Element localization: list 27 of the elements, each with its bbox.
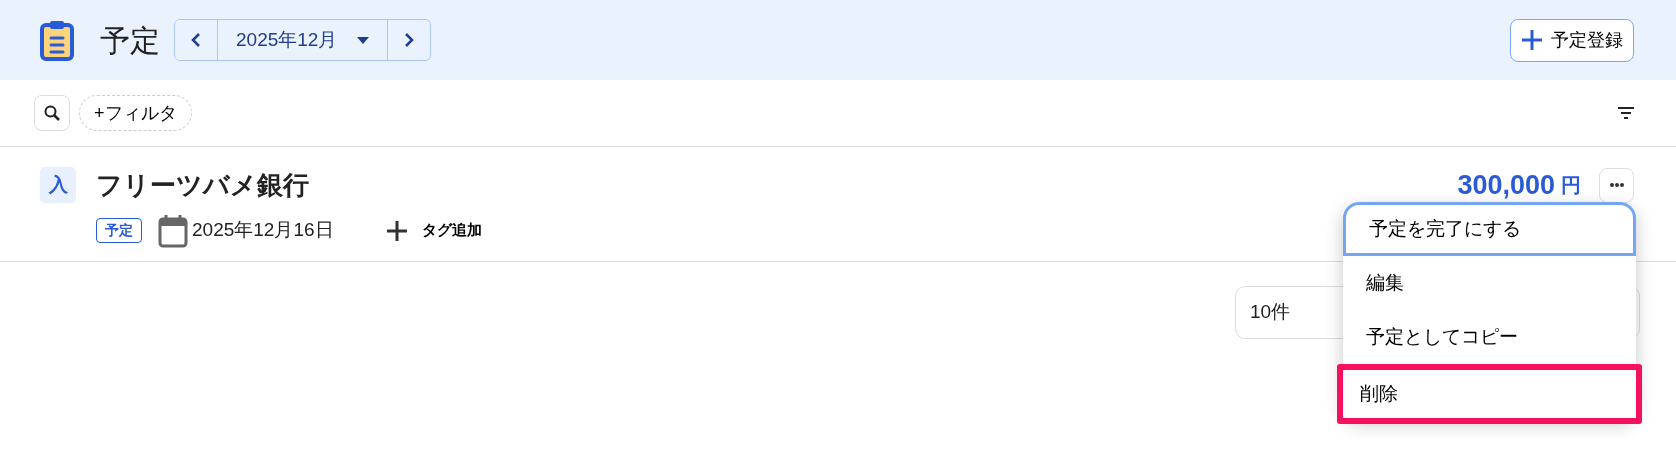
amount: 300,000 [1457,169,1555,202]
caret-down-icon [357,36,370,44]
month-dropdown[interactable]: 2025年12月 [217,20,389,60]
search-button[interactable] [34,95,70,131]
chevron-left-icon [191,33,201,47]
register-button[interactable]: 予定登録 [1510,18,1634,62]
add-tag-button[interactable]: タグ追加 [385,219,482,242]
ellipsis-icon [1609,183,1624,188]
clipboard-icon [40,19,74,61]
more-button[interactable] [1599,167,1634,203]
menu-item[interactable]: 削除 [1337,364,1642,424]
plus-icon [1521,29,1543,51]
search-icon [44,105,60,121]
filter-chip[interactable]: +フィルタ [79,95,192,131]
chevron-right-icon [404,33,415,47]
currency: 円 [1561,173,1581,199]
plus-icon [385,219,408,242]
page-title: 予定 [100,22,160,59]
menu-item[interactable]: 予定としてコピー [1343,310,1636,364]
date-text: 2025年12月16日 [192,218,334,243]
status-badge: 予定 [96,218,142,243]
menu-item[interactable]: 予定を完了にする [1343,202,1636,256]
type-badge: 入 [40,167,76,204]
calendar-icon [158,213,188,248]
entry-name: フリーツバメ銀行 [96,168,309,202]
sort-icon[interactable] [1618,107,1634,119]
menu-item[interactable]: 編集 [1343,256,1636,310]
